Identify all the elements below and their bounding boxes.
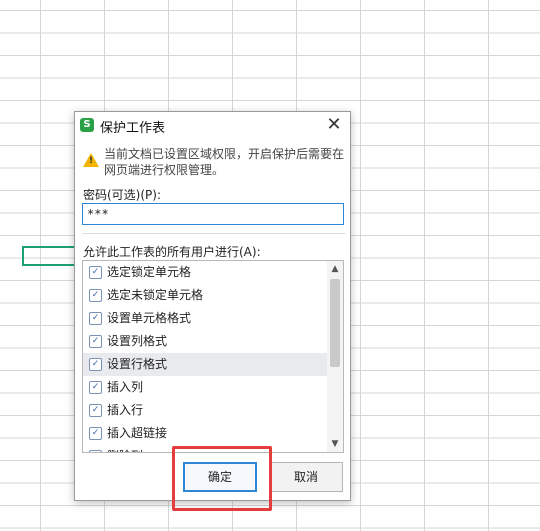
list-item-label: 插入超链接 xyxy=(107,426,168,440)
list-item[interactable]: ✓ 设置行格式 xyxy=(83,353,327,376)
permissions-list[interactable]: ✓ 选定锁定单元格 ✓ 选定未锁定单元格 ✓ 设置单元格格式 ✓ 设置列格式 ✓ 设置行格式 ✓ 插入… xyxy=(82,260,344,453)
list-item-label: 设置行格式 xyxy=(107,357,168,371)
divider xyxy=(82,233,345,234)
permissions-list-items: ✓ 选定锁定单元格 ✓ 选定未锁定单元格 ✓ 设置单元格格式 ✓ 设置列格式 ✓ 设置行格式 ✓ 插入… xyxy=(83,261,327,452)
list-item-label: 选定未锁定单元格 xyxy=(107,288,204,302)
warning-message: 当前文档已设置区域权限，开启保护后需要在网页端进行权限管理。 xyxy=(104,147,345,177)
checkmark-icon[interactable]: ✓ xyxy=(89,289,102,302)
checkmark-icon[interactable]: ✓ xyxy=(89,381,102,394)
password-label: 密码(可选)(P): xyxy=(83,188,162,202)
protect-sheet-dialog: S 保护工作表 ✕ ! 当前文档已设置区域权限，开启保护后需要在网页端进行权限管… xyxy=(74,111,351,501)
list-item[interactable]: ✓ 选定锁定单元格 xyxy=(83,261,327,284)
checkmark-icon[interactable]: ✓ xyxy=(89,404,102,417)
password-input[interactable]: *** xyxy=(82,203,344,225)
list-item-label: 设置单元格格式 xyxy=(107,311,192,325)
list-item[interactable]: ✓ 设置单元格格式 xyxy=(83,307,327,330)
checkmark-icon[interactable]: ✓ xyxy=(89,335,102,348)
list-item-label: 插入列 xyxy=(107,380,144,394)
wps-spreadsheet-icon: S xyxy=(80,118,94,132)
dialog-titlebar[interactable]: S 保护工作表 ✕ xyxy=(75,112,350,138)
highlight-annotation-box xyxy=(172,446,272,511)
checkmark-icon[interactable]: ✓ xyxy=(89,266,102,279)
checkmark-icon[interactable]: ✓ xyxy=(89,427,102,440)
chevron-up-icon[interactable]: ▲ xyxy=(327,261,343,277)
list-item[interactable]: ✓ 选定未锁定单元格 xyxy=(83,284,327,307)
list-item-label: 选定锁定单元格 xyxy=(107,265,192,279)
warning-exclamation-icon: ! xyxy=(89,156,94,166)
checkmark-icon[interactable]: ✓ xyxy=(89,358,102,371)
cancel-button[interactable]: 取消 xyxy=(269,462,343,492)
checkmark-icon[interactable]: ✓ xyxy=(89,450,102,452)
close-icon[interactable]: ✕ xyxy=(324,115,344,135)
list-item-label: 删除列 xyxy=(107,449,143,452)
list-item[interactable]: ✓ 插入超链接 xyxy=(83,422,327,445)
list-item[interactable]: ✓ 插入行 xyxy=(83,399,327,422)
list-scrollbar[interactable]: ▲ ▼ xyxy=(327,261,343,452)
dialog-title: 保护工作表 xyxy=(100,121,166,136)
list-item[interactable]: ✓ 插入列 xyxy=(83,376,327,399)
permissions-label: 允许此工作表的所有用户进行(A): xyxy=(83,245,261,259)
list-item[interactable]: ✓ 设置列格式 xyxy=(83,330,327,353)
list-item-label: 设置列格式 xyxy=(107,334,168,348)
list-item-label: 插入行 xyxy=(107,403,144,417)
scroll-thumb[interactable] xyxy=(330,279,340,367)
checkmark-icon[interactable]: ✓ xyxy=(89,312,102,325)
chevron-down-icon[interactable]: ▼ xyxy=(327,436,343,452)
